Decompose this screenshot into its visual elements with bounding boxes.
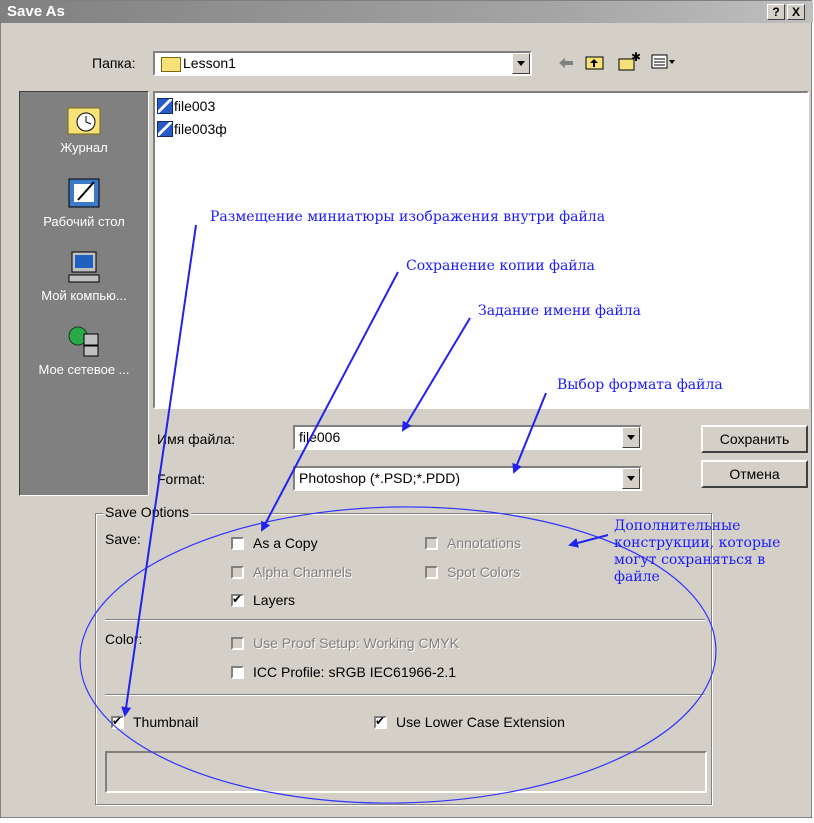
format-arrow — [512, 392, 547, 474]
thumbnail-annotation: Размещение миниатюры изображения внутри … — [210, 209, 606, 225]
filename-arrow — [401, 317, 471, 432]
copy-annotation: Сохранение копии файла — [406, 258, 595, 274]
thumbnail-arrow — [121, 224, 197, 717]
as-copy-arrow — [261, 271, 399, 532]
format-annotation: Выбор формата файла — [557, 377, 723, 393]
name-annotation: Задание имени файла — [478, 303, 641, 319]
annotation-overlay — [79, 224, 717, 804]
extra-annotation: Дополнительные конструкции, которые могу… — [614, 518, 781, 585]
extra-arrow — [568, 534, 609, 548]
